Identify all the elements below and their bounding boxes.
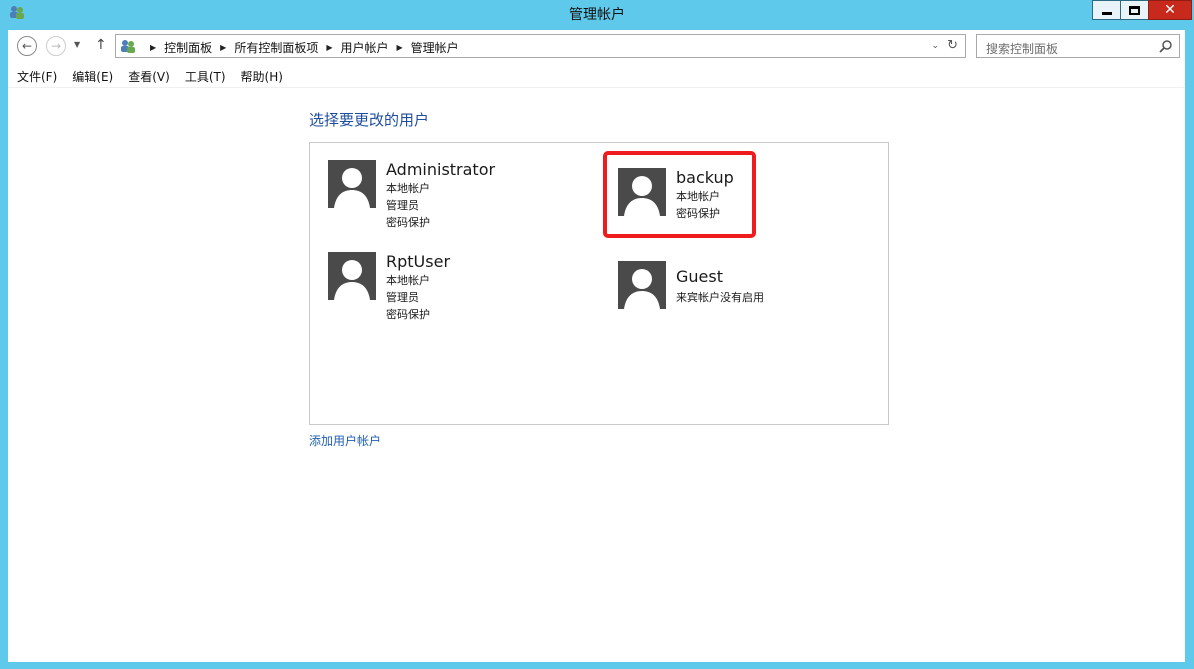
user-avatar-icon [328,160,376,208]
menu-bar: 文件(F) 编辑(E) 查看(V) 工具(T) 帮助(H) [8,66,1185,88]
minimize-icon [1101,11,1112,15]
search-input[interactable]: 搜索控制面板 [986,40,1058,57]
user-detail: 管理员 [386,291,419,304]
breadcrumb-separator-icon[interactable]: ▶ [220,43,226,52]
maximize-button[interactable] [1120,0,1148,20]
client-area: ← → ▼ ↑ ▶ 控制面板 ▶ 所有控制面板项 ▶ 用户帐户 ▶ 管理帐户 ⌄… [8,30,1185,662]
arrow-right-icon: → [50,39,62,53]
search-box[interactable]: 搜索控制面板 [976,34,1180,58]
menu-help[interactable]: 帮助(H) [241,68,283,85]
user-detail: 密码保护 [386,216,430,229]
navigation-bar: ← → ▼ ↑ ▶ 控制面板 ▶ 所有控制面板项 ▶ 用户帐户 ▶ 管理帐户 ⌄… [8,30,1185,64]
back-button[interactable]: ← [17,36,37,56]
window-title: 管理帐户 [569,7,625,23]
refresh-icon[interactable]: ↻ [947,38,958,53]
window: 管理帐户 ✕ ← → ▼ ↑ ▶ 控制面板 ▶ 所有控制面板项 ▶ 用户帐户 ▶… [0,0,1194,669]
title-bar[interactable]: 管理帐户 ✕ [0,0,1194,26]
minimize-button[interactable] [1092,0,1120,20]
user-name: Administrator [386,160,496,179]
user-tile-guest[interactable]: Guest 来宾帐户没有启用 [618,261,818,311]
user-tile-rptuser[interactable]: RptUser 本地帐户 管理员 密码保护 [328,252,528,332]
user-avatar-icon [618,261,666,309]
menu-view[interactable]: 查看(V) [128,68,170,85]
user-detail: 来宾帐户没有启用 [676,291,764,304]
search-icon[interactable] [1159,39,1173,53]
menu-edit[interactable]: 编辑(E) [72,68,113,85]
user-detail: 本地帐户 [386,182,430,195]
user-avatar-icon [328,252,376,300]
user-name: backup [676,168,734,187]
control-panel-icon [121,40,135,53]
user-name: Guest [676,267,723,286]
add-user-account-link[interactable]: 添加用户帐户 [309,432,381,449]
user-detail: 本地帐户 [676,190,720,203]
up-button[interactable]: ↑ [95,37,107,53]
breadcrumb-item[interactable]: 控制面板 [164,39,212,56]
breadcrumb-separator-icon[interactable]: ▶ [150,43,156,52]
breadcrumb: ▶ 控制面板 ▶ 所有控制面板项 ▶ 用户帐户 ▶ 管理帐户 [142,39,459,56]
user-name: RptUser [386,252,451,271]
user-detail: 管理员 [386,199,419,212]
breadcrumb-item[interactable]: 管理帐户 [411,39,459,56]
breadcrumb-item[interactable]: 所有控制面板项 [234,39,318,56]
close-icon: ✕ [1164,2,1176,18]
breadcrumb-separator-icon[interactable]: ▶ [397,43,403,52]
user-avatar-icon [618,168,666,216]
breadcrumb-separator-icon[interactable]: ▶ [326,43,332,52]
chevron-down-icon[interactable]: ⌄ [931,41,939,51]
close-button[interactable]: ✕ [1148,0,1192,20]
menu-file[interactable]: 文件(F) [17,68,57,85]
address-bar[interactable]: ▶ 控制面板 ▶ 所有控制面板项 ▶ 用户帐户 ▶ 管理帐户 ⌄ ↻ [115,34,966,58]
forward-button[interactable]: → [46,36,66,56]
menu-tools[interactable]: 工具(T) [185,68,226,85]
recent-locations-dropdown[interactable]: ▼ [74,40,80,49]
maximize-icon [1129,5,1140,15]
breadcrumb-item[interactable]: 用户帐户 [341,39,389,56]
page-title: 选择要更改的用户 [309,111,430,129]
user-tile-administrator[interactable]: Administrator 本地帐户 管理员 密码保护 [328,160,528,240]
user-tile-backup[interactable]: backup 本地帐户 密码保护 [618,168,748,228]
user-list: Administrator 本地帐户 管理员 密码保护 backup 本地帐户 … [309,142,889,425]
arrow-up-icon: ↑ [95,37,107,53]
arrow-left-icon: ← [21,39,33,53]
user-detail: 密码保护 [386,308,430,321]
user-detail: 本地帐户 [386,274,430,287]
user-detail: 密码保护 [676,207,720,220]
